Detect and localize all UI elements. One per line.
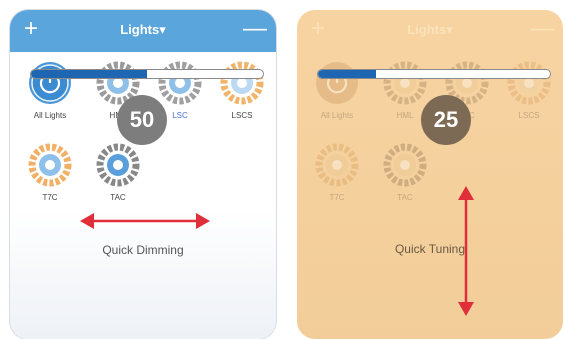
light-tile-t7c[interactable]: T7C: [307, 143, 367, 213]
light-label: LSCS: [231, 111, 253, 120]
light-label: TAC: [397, 193, 413, 202]
quick-tuning-screen: + Lights▾ — All Lights HML LSCS T7C TAC …: [297, 10, 563, 339]
tuning-level-fill: [318, 70, 376, 78]
light-dial-icon: [383, 143, 427, 187]
dimming-level-fill: [31, 70, 147, 78]
light-label: T7C: [42, 193, 58, 202]
light-label: All Lights: [320, 111, 354, 120]
power-icon: [316, 62, 358, 104]
light-dial-icon: [158, 61, 202, 105]
quick-dimming-screen: + Lights▾ — All Lights HML LSC: [10, 10, 276, 339]
light-label: TAC: [110, 193, 126, 202]
horizontal-double-arrow-icon: [80, 213, 210, 229]
lights-dropdown[interactable]: Lights▾: [297, 22, 563, 38]
header-bar: + Lights▾ —: [297, 10, 563, 52]
light-label: All Lights: [33, 111, 67, 120]
light-tile-t7c[interactable]: T7C: [20, 143, 80, 213]
header-bar: + Lights▾ —: [10, 10, 276, 52]
light-dial-icon: [507, 61, 551, 105]
remove-button[interactable]: —: [529, 16, 555, 42]
light-tile-tac[interactable]: TAC: [88, 143, 148, 213]
light-tile-tac[interactable]: TAC: [375, 143, 435, 213]
dimming-level-bar[interactable]: [30, 69, 264, 79]
tuning-value-bubble: 25: [421, 95, 471, 145]
light-dial-icon: [220, 61, 264, 105]
quick-tuning-caption: Quick Tuning: [394, 242, 466, 256]
light-dial-icon: [96, 143, 140, 187]
light-label: LSCS: [518, 111, 540, 120]
power-icon: [29, 62, 71, 104]
dimming-value-bubble: 50: [117, 95, 167, 145]
light-label: T7C: [329, 193, 345, 202]
light-dial-icon: [383, 61, 427, 105]
quick-dimming-caption: Quick Dimming: [102, 243, 184, 257]
tuning-level-bar[interactable]: [317, 69, 551, 79]
remove-button[interactable]: —: [242, 16, 268, 42]
light-dial-icon: [28, 143, 72, 187]
light-dial-icon: [315, 143, 359, 187]
lights-dropdown[interactable]: Lights▾: [10, 22, 276, 38]
